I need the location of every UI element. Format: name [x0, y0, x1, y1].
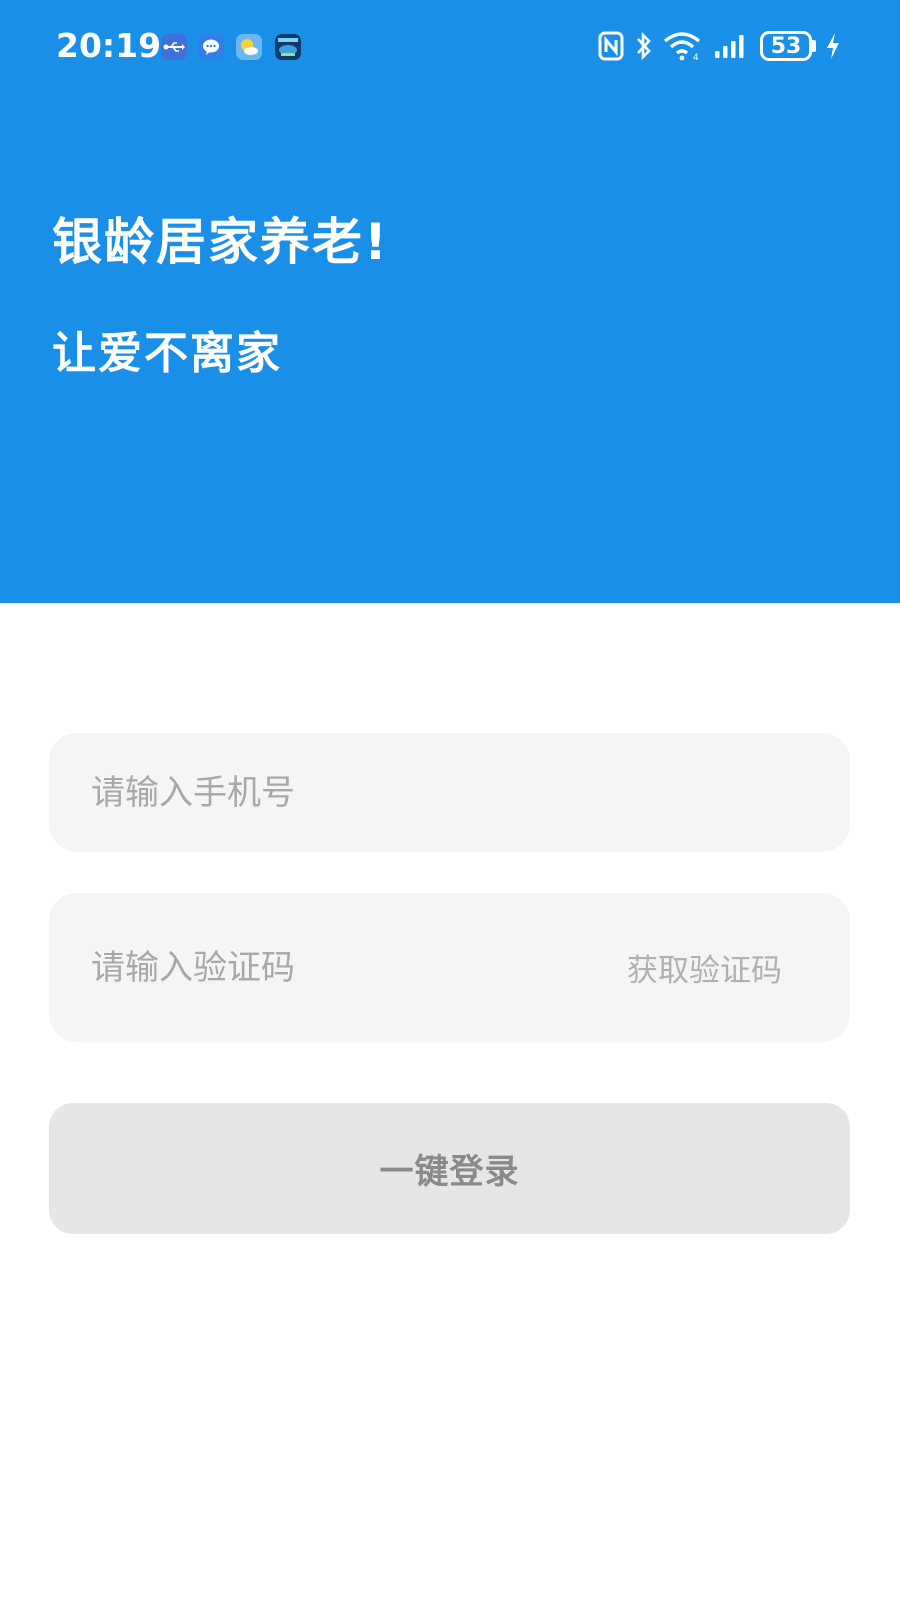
phone-input[interactable]: [91, 733, 571, 852]
weather-icon: [236, 34, 262, 60]
game-icon: [275, 34, 301, 60]
signal-icon: [715, 35, 744, 58]
message-icon: [198, 34, 224, 60]
phone-field: [49, 733, 850, 852]
nfc-icon: [598, 31, 624, 61]
status-time: 20:19: [56, 26, 162, 65]
header-banner: 20:19 4 53 银龄居家养老! 让爱不离家: [0, 0, 900, 603]
battery-icon: 53: [760, 31, 812, 61]
usb-icon: [161, 34, 187, 60]
charging-icon: [827, 33, 839, 59]
page-title: 银龄居家养老!: [52, 213, 389, 271]
page-subtitle: 让爱不离家: [52, 328, 282, 379]
battery-level: 53: [770, 34, 802, 59]
code-field: 获取验证码: [49, 893, 850, 1042]
verification-code-input[interactable]: [91, 893, 571, 1042]
get-code-button[interactable]: 获取验证码: [627, 893, 782, 1042]
svg-text:4: 4: [693, 53, 699, 62]
status-bar: 20:19 4 53: [0, 0, 900, 96]
bluetooth-icon: [637, 31, 651, 61]
login-button[interactable]: 一键登录: [49, 1103, 850, 1234]
battery-tip: [812, 40, 816, 52]
wifi-icon: 4: [663, 32, 701, 62]
